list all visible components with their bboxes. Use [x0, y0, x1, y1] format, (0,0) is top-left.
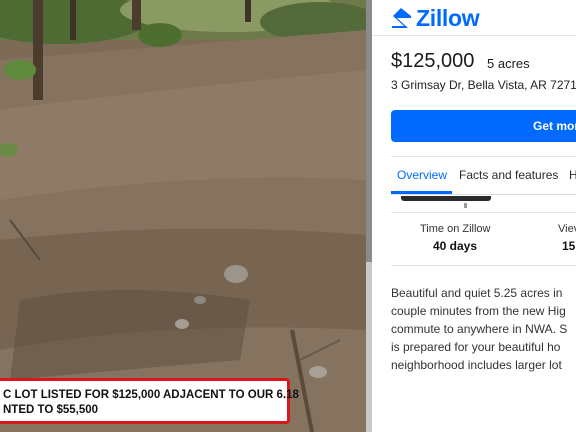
tab-history[interactable]: H: [569, 168, 576, 182]
description-line: Beautiful and quiet 5.25 acres in: [391, 286, 563, 300]
views-label: Viev: [558, 223, 576, 235]
lot-photo: [0, 0, 366, 432]
time-on-zillow-value: 40 days: [433, 239, 478, 253]
description-line: is prepared for your beautiful ho: [391, 340, 561, 354]
lot-photo-drawing: [0, 0, 366, 432]
description-line: neighborhood includes larger lot: [391, 358, 562, 372]
tab-overview[interactable]: Overview: [397, 168, 447, 182]
views-value: 15: [562, 239, 576, 253]
stats-bottom-divider: [391, 265, 576, 266]
listing-acres: 5 acres: [487, 56, 530, 71]
description-line: couple minutes from the new Hig: [391, 304, 566, 318]
media-handle[interactable]: [464, 203, 467, 208]
listing-address[interactable]: 3 Grimsay Dr, Bella Vista, AR 7271: [391, 78, 576, 92]
tabs-top-divider: [391, 156, 576, 157]
caption-line-1: C LOT LISTED FOR $125,000 ADJACENT TO OU…: [3, 389, 299, 401]
header-divider: [372, 35, 576, 36]
listing-price: $125,000: [391, 50, 475, 72]
get-more-button[interactable]: Get mor: [391, 110, 576, 142]
zillow-brand-text: Zillow: [416, 4, 480, 31]
time-on-zillow-label: Time on Zillow: [420, 223, 491, 235]
listing-tabs: Overview Facts and features H: [391, 158, 576, 194]
caption-banner: C LOT LISTED FOR $125,000 ADJACENT TO OU…: [0, 378, 299, 424]
listing-panel: Zillow $125,000 5 acres 3 Grimsay Dr, Be…: [372, 0, 576, 432]
listing-description: Beautiful and quiet 5.25 acres in couple…: [391, 284, 576, 374]
caption-line-2: NTED TO $55,500: [3, 404, 99, 416]
stats-top-divider: [391, 212, 576, 213]
zillow-house-icon: [392, 8, 411, 28]
tabs-bottom-divider: [391, 194, 576, 195]
description-line: commute to anywhere in NWA. S: [391, 322, 568, 336]
media-strip[interactable]: [401, 196, 491, 201]
zillow-logo[interactable]: Zillow: [390, 4, 480, 31]
tab-facts-and-features[interactable]: Facts and features: [459, 168, 558, 182]
